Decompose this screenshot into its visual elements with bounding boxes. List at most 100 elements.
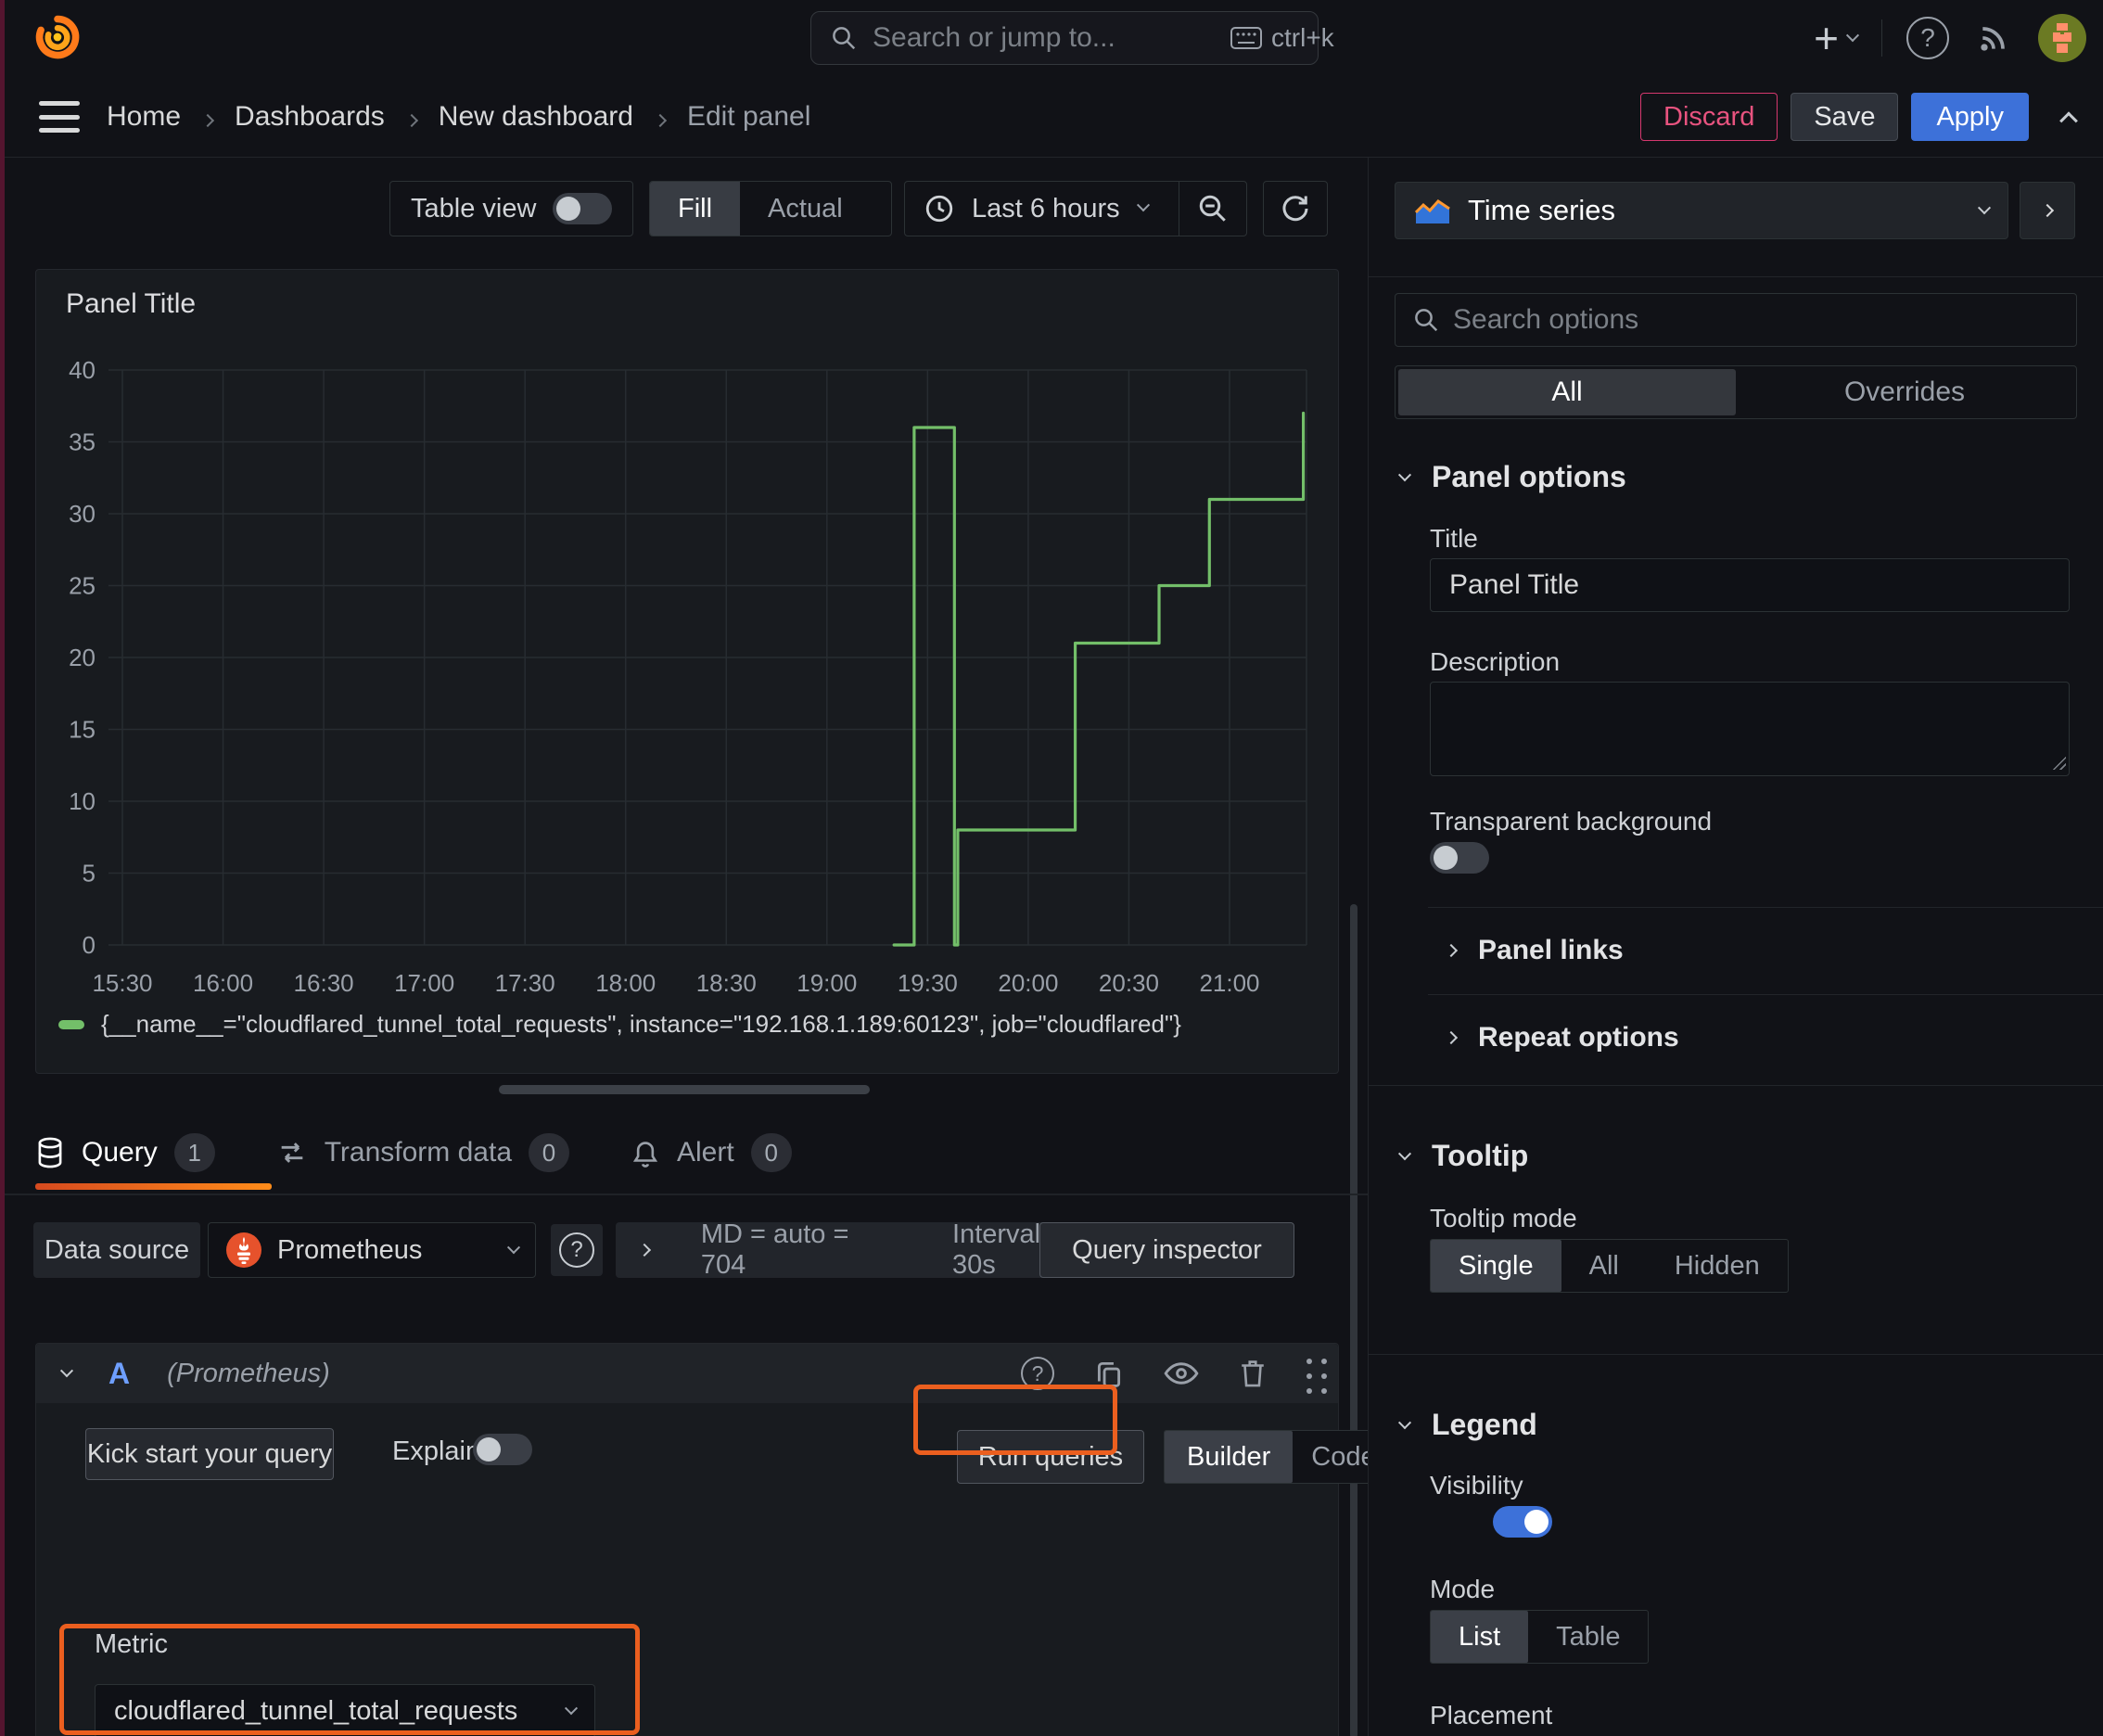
tooltip-hidden[interactable]: Hidden [1647,1240,1788,1292]
fill-option[interactable]: Fill [650,182,741,236]
chevron-right-icon [653,101,668,133]
svg-text:40: 40 [69,356,96,384]
viz-suggestions-button[interactable] [2020,182,2075,239]
refresh-icon [1282,196,1308,222]
horizontal-scrollbar[interactable] [499,1085,870,1094]
run-queries-button[interactable]: Run queries [957,1430,1144,1484]
description-input[interactable] [1430,682,2070,776]
panel-title[interactable]: Panel Title [66,288,196,320]
actual-option[interactable]: Actual [740,182,871,236]
series-label[interactable]: {__name__="cloudflared_tunnel_total_requ… [101,1010,1181,1039]
resize-handle[interactable] [2051,755,2066,770]
discard-button[interactable]: Discard [1640,93,1778,141]
tab-all[interactable]: All [1398,369,1736,415]
svg-text:15: 15 [69,716,96,744]
database-icon [38,1137,62,1168]
transparent-bg-toggle[interactable] [1430,842,1489,874]
menu-icon[interactable] [39,101,80,133]
metric-field: Metric cloudflared_tunnel_total_requests [95,1629,595,1736]
timeseries-icon [1414,199,1450,223]
chevron-down-icon[interactable] [1845,29,1860,43]
avatar[interactable] [2038,14,2086,62]
legend-visibility-toggle[interactable] [1493,1506,1553,1538]
panel-links-section[interactable]: Panel links [1444,935,1624,966]
svg-text:18:00: 18:00 [595,969,656,997]
table-view-toggle[interactable] [553,193,612,224]
screen-edge-artifact [0,0,5,1736]
chevron-down-icon [506,1241,521,1255]
svg-text:19:00: 19:00 [797,969,857,997]
collapse-icon [1397,1415,1412,1429]
breadcrumb-home[interactable]: Home [107,101,181,133]
panel-view-toolbar: Table view Fill Actual Last 6 hours [0,181,1368,236]
table-view-control[interactable]: Table view [389,181,633,236]
tab-overrides[interactable]: Overrides [1736,369,2073,415]
tooltip-header[interactable]: Tooltip [1397,1139,1528,1173]
tab-alert-label: Alert [677,1137,734,1168]
explain-toggle[interactable] [473,1434,532,1465]
help-icon[interactable]: ? [1906,17,1949,59]
transform-count-badge: 0 [529,1133,569,1172]
tooltip-single[interactable]: Single [1431,1240,1561,1292]
metric-select[interactable]: cloudflared_tunnel_total_requests [95,1684,595,1736]
all-overrides-tabs: All Overrides [1395,365,2077,419]
search-input[interactable] [873,22,1230,54]
svg-text:20: 20 [69,644,96,671]
zoom-out-icon[interactable] [1179,182,1246,236]
legend-mode-table[interactable]: Table [1528,1611,1648,1663]
repeat-options-section[interactable]: Repeat options [1444,1022,1679,1053]
add-icon[interactable]: + [1814,13,1839,63]
refresh-button[interactable] [1263,181,1328,236]
svg-text:20:30: 20:30 [1099,969,1159,997]
time-range-control: Last 6 hours [904,181,1247,236]
legend-mode-list[interactable]: List [1431,1611,1529,1663]
breadcrumb-dashboards[interactable]: Dashboards [235,101,385,133]
kickstart-button[interactable]: Kick start your query [85,1428,334,1480]
panel-title-input[interactable] [1430,558,2070,612]
collapse-icon[interactable] [59,1364,74,1378]
trash-icon[interactable] [1238,1358,1268,1389]
visualization-picker[interactable]: Time series [1395,182,2008,239]
query-row-header[interactable]: A (Prometheus) ? [36,1344,1338,1403]
duplicate-icon[interactable] [1093,1358,1125,1389]
breadcrumb-new-dashboard[interactable]: New dashboard [439,101,633,133]
query-count-badge: 1 [173,1133,215,1172]
chevron-up-icon[interactable] [2059,110,2078,131]
section-divider [1369,1085,2103,1086]
time-series-chart[interactable]: 0 5 10 15 20 25 30 35 40 15:30 16:00 16:30 17:00 17:3… [53,351,1342,1001]
tab-query[interactable]: Query 1 [35,1133,215,1172]
time-range-label[interactable]: Last 6 hours [972,194,1120,224]
save-button[interactable]: Save [1791,93,1899,141]
vertical-scrollbar[interactable] [1350,904,1357,1736]
tooltip-all[interactable]: All [1561,1240,1647,1292]
tab-alert[interactable]: Alert 0 [631,1133,792,1172]
divider [0,1194,1368,1195]
legend-mode-switch: List Table [1430,1610,1650,1664]
global-search[interactable]: ctrl+k [810,11,1334,65]
breadcrumb-edit-panel: Edit panel [686,101,811,132]
bell-icon [632,1142,658,1168]
apply-button[interactable]: Apply [1911,93,2029,141]
options-search[interactable] [1395,293,2077,347]
svg-text:17:00: 17:00 [394,969,454,997]
visualization-label: Time series [1468,194,1616,226]
legend-header[interactable]: Legend [1397,1408,1537,1442]
breadcrumb: Home Dashboards New dashboard Edit panel [107,76,810,158]
tab-transform-data[interactable]: Transform data 0 [276,1133,569,1172]
query-editor-card: A (Prometheus) ? Kick start your query E… [35,1343,1396,1736]
options-search-input[interactable] [1453,304,2059,336]
datasource-help-button[interactable]: ? [551,1224,603,1276]
datasource-picker[interactable]: Prometheus [208,1222,536,1278]
panel-options-header[interactable]: Panel options [1397,460,1626,494]
series-color-pill[interactable] [58,1019,84,1029]
eye-icon[interactable] [1164,1359,1199,1387]
query-ref-id: A [108,1356,131,1390]
query-inspector-button[interactable]: Query inspector [1039,1222,1294,1278]
chevron-down-icon[interactable] [1136,198,1150,217]
divider [1428,907,2103,908]
news-icon[interactable] [1975,19,2012,57]
panel-options-pane: Time series All Overrides Panel options … [1368,158,2103,1736]
query-help-icon[interactable]: ? [1021,1357,1054,1390]
builder-option[interactable]: Builder [1165,1431,1294,1483]
grafana-logo[interactable] [33,13,82,61]
